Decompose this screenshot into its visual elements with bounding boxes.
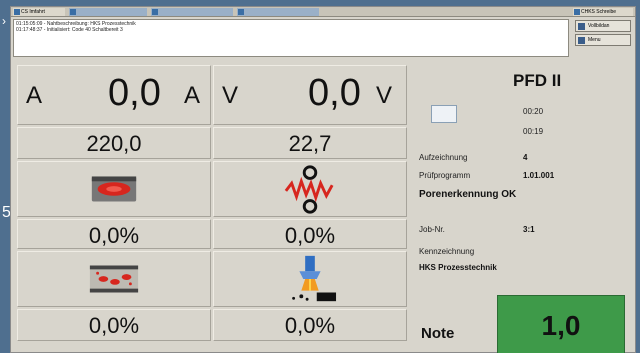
torch-cell xyxy=(213,251,407,307)
time-1: 00:20 xyxy=(523,107,544,116)
pct-value-2: 0,0% xyxy=(284,223,336,248)
current-letter: A xyxy=(26,82,43,109)
app-icon xyxy=(70,9,76,15)
time-2: 00:19 xyxy=(523,127,544,136)
pruefprogramm-value: 1.01.001 xyxy=(523,171,555,180)
pct-value-4: 0,0% xyxy=(284,313,336,338)
arc-wave-icon xyxy=(284,165,334,214)
job-label: Job-Nr. xyxy=(419,225,445,234)
set-current-value: 220,0 xyxy=(86,131,142,156)
taskbar-item-5[interactable]: CHKS Schreibe xyxy=(573,8,633,16)
main-window: CS Imfahrt CHKS Schreibe 01:15:05:09 - N… xyxy=(10,6,636,353)
pct-value-3: 0,0% xyxy=(88,313,140,338)
voltage-letter: V xyxy=(222,82,239,109)
taskbar-item-4[interactable] xyxy=(237,8,319,16)
fullscreen-icon xyxy=(578,23,585,30)
pct-cell-3: 0,0% xyxy=(17,309,211,341)
voltage-cell: V 0,0 V xyxy=(213,65,407,125)
fullscreen-button[interactable]: Vollbildan xyxy=(575,20,631,32)
app-icon xyxy=(152,9,158,15)
pore-icon-cell xyxy=(17,161,211,217)
document-icon[interactable] xyxy=(431,105,457,123)
taskbar-item-2[interactable] xyxy=(69,8,147,16)
kennzeichnung-label: Kennzeichnung xyxy=(419,247,475,256)
aufzeichnung-value: 4 xyxy=(523,153,528,162)
job-value: 3:1 xyxy=(523,225,535,234)
panel-title: PFD II xyxy=(513,71,562,90)
pore-icon xyxy=(91,176,137,202)
current-unit: A xyxy=(184,82,201,109)
note-value: 1,0 xyxy=(541,310,581,341)
spatter-icon xyxy=(89,265,139,293)
taskbar-item-3[interactable] xyxy=(151,8,233,16)
pct-cell-1: 0,0% xyxy=(17,219,211,249)
voltage-unit: V xyxy=(376,82,393,109)
voltage-value: 0,0 xyxy=(308,72,361,114)
menu-button[interactable]: Menu xyxy=(575,34,631,46)
current-value: 0,0 xyxy=(108,72,161,114)
note-box: 1,0 xyxy=(497,295,625,353)
message-log[interactable]: 01:15:05:09 - Nahtbeschreibung: HKS Proz… xyxy=(13,19,569,57)
app-icon xyxy=(574,9,580,15)
pct-cell-2: 0,0% xyxy=(213,219,407,249)
taskbar: CS Imfahrt CHKS Schreibe xyxy=(11,7,635,17)
pruefprogramm-label: Prüfprogramm xyxy=(419,171,471,180)
pct-cell-4: 0,0% xyxy=(213,309,407,341)
note-label: Note xyxy=(421,325,455,342)
taskbar-item-1[interactable]: CS Imfahrt xyxy=(13,8,65,16)
current-cell: A 0,0 A xyxy=(17,65,211,125)
aufzeichnung-label: Aufzeichnung xyxy=(419,153,468,162)
message-line: 01:17:48:37 - Initialisiert: Code 40 Sch… xyxy=(16,27,123,33)
spatter-cell xyxy=(17,251,211,307)
torch-icon xyxy=(292,255,337,302)
set-current-cell: 220,0 xyxy=(17,127,211,159)
desktop-arrow-icon: › xyxy=(2,14,6,28)
app-icon xyxy=(238,9,244,15)
set-voltage-cell: 22,7 xyxy=(213,127,407,159)
arc-cell xyxy=(213,161,407,217)
info-panel: PFD II 00:20 00:19 Aufzeichnung 4 Prüfpr… xyxy=(411,65,633,353)
set-voltage-value: 22,7 xyxy=(288,131,332,156)
app-icon xyxy=(14,9,20,15)
status-text: Porenerkennung OK xyxy=(419,189,517,200)
kennzeichnung-value: HKS Prozesstechnik xyxy=(419,263,497,272)
pct-value-1: 0,0% xyxy=(88,223,140,248)
menu-icon xyxy=(578,37,585,44)
